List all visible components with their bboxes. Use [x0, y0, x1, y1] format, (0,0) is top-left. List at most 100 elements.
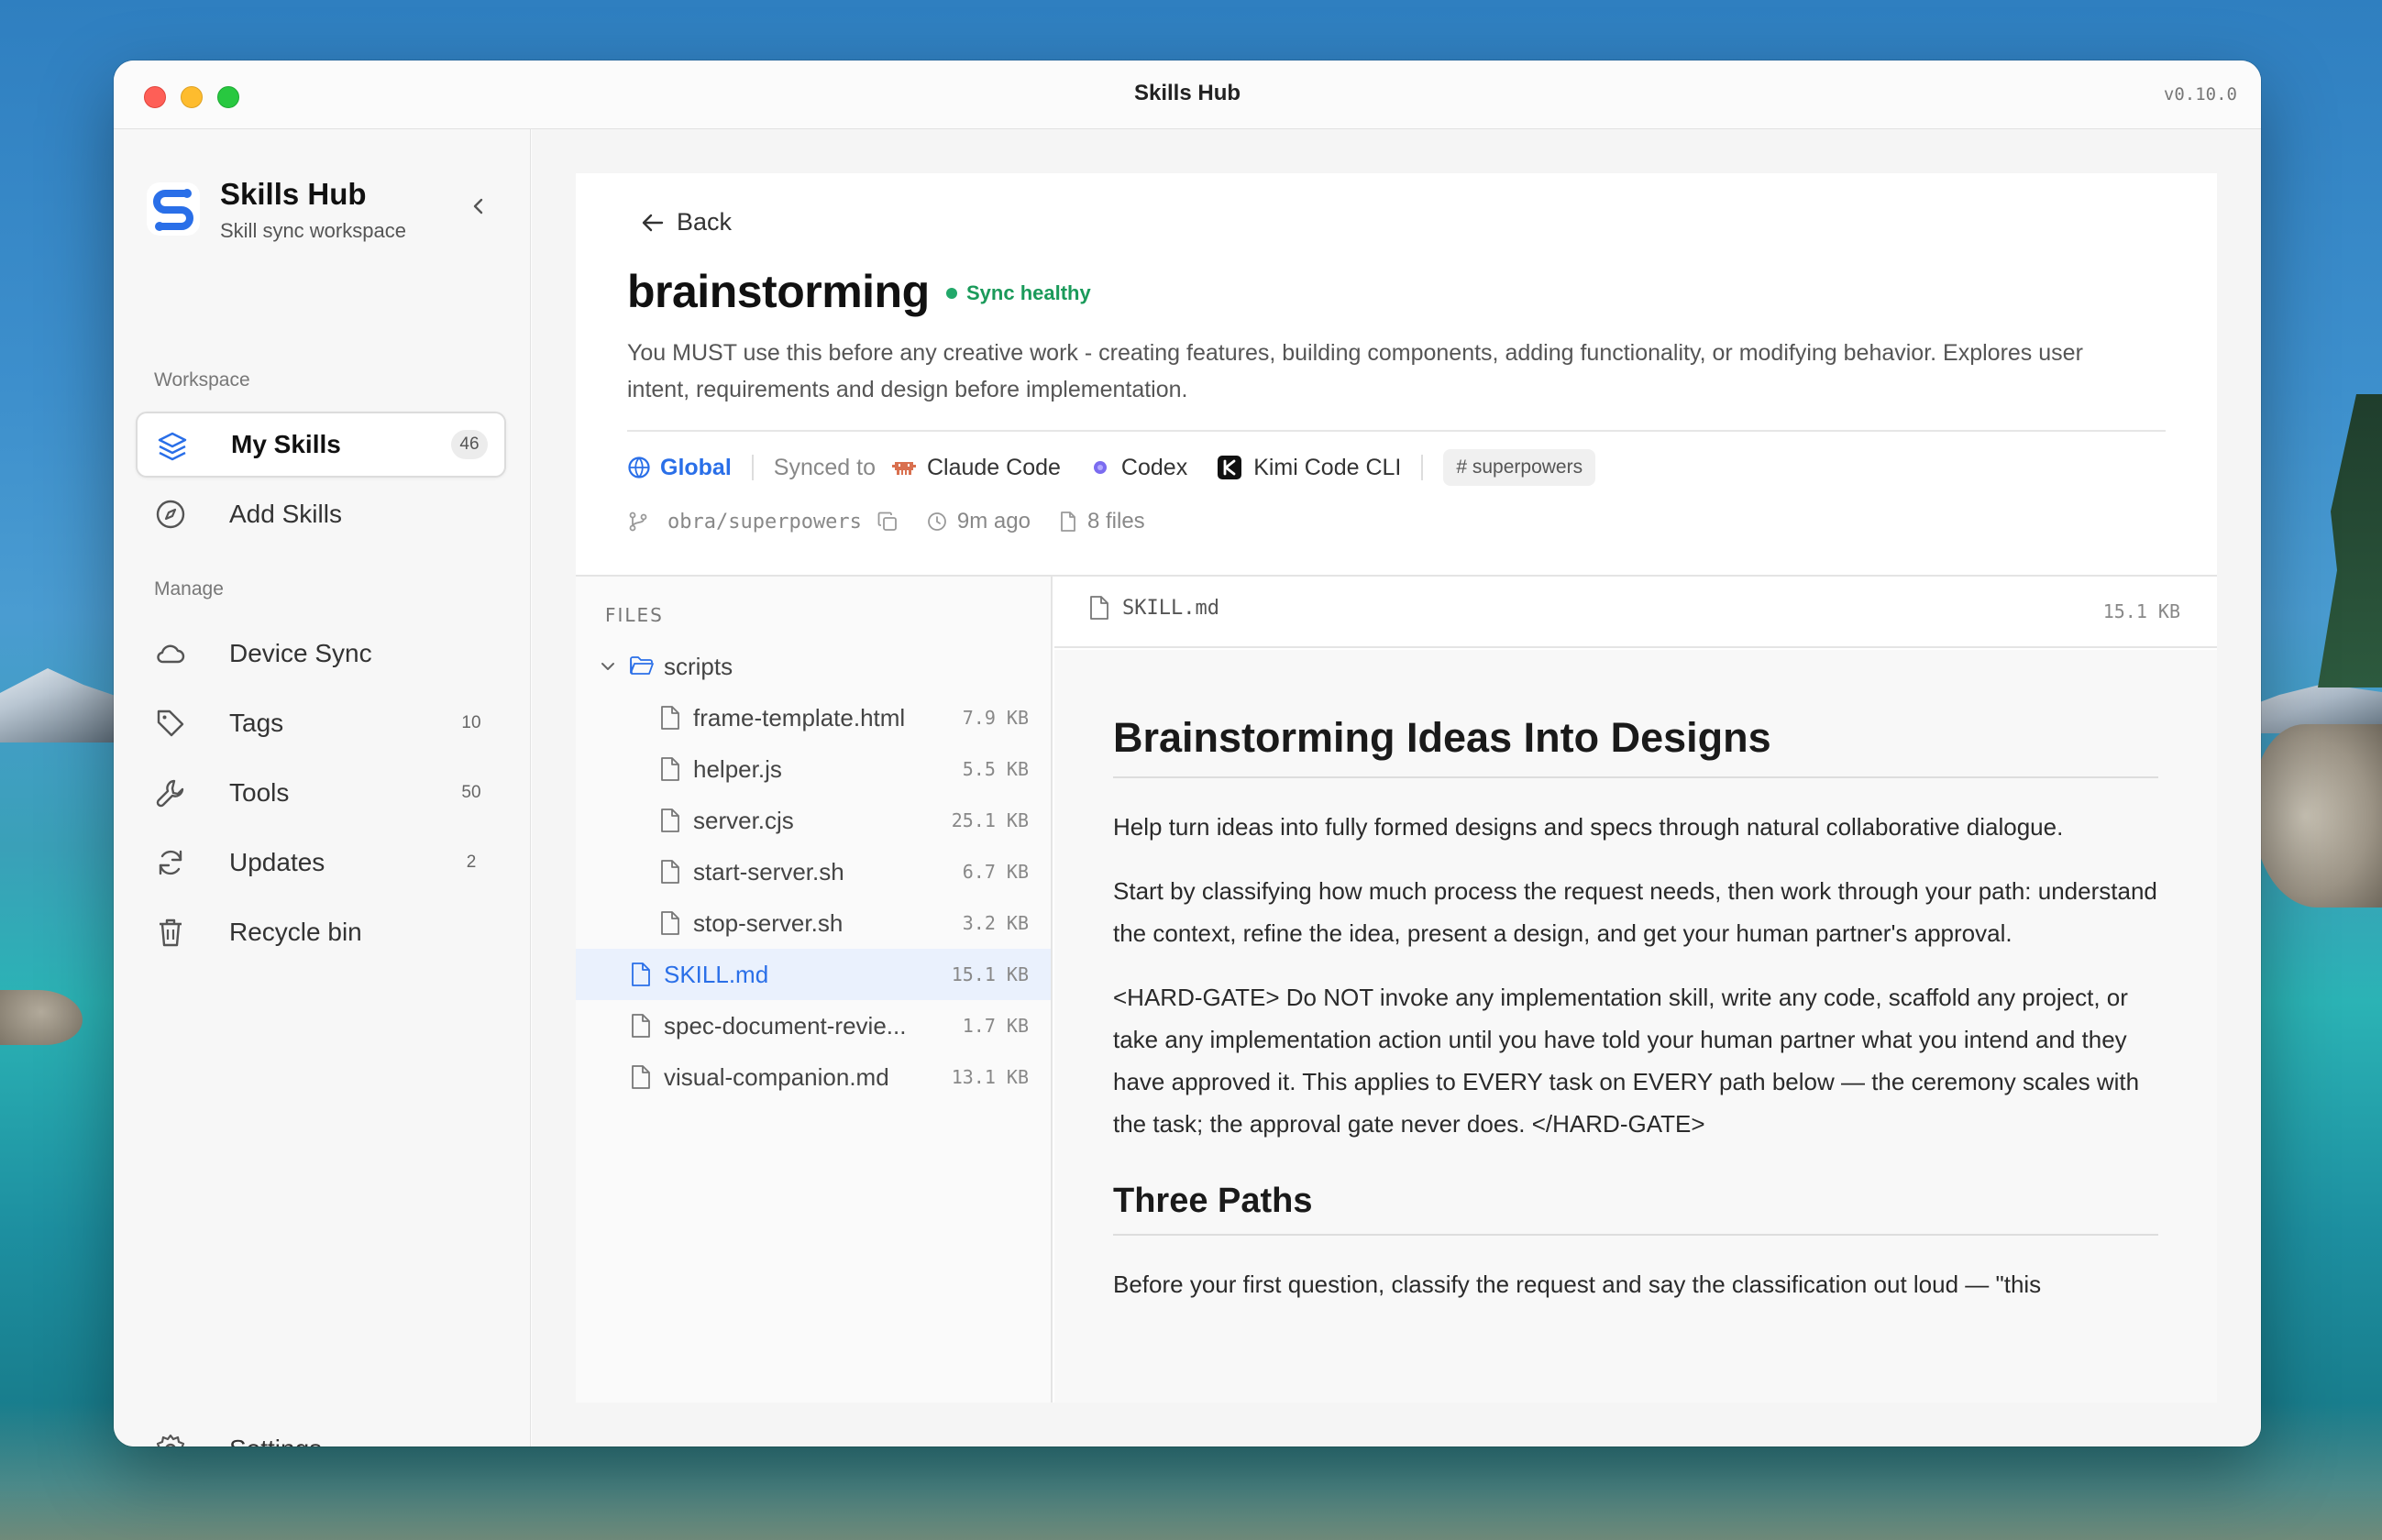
claude-code-icon: [891, 462, 916, 475]
file-row[interactable]: start-server.sh 6.7 KB: [576, 846, 1051, 897]
app-window: Skills Hub v0.10.0 Skills Hub Skill sync…: [114, 60, 2261, 1446]
agent-codex[interactable]: Codex: [1090, 455, 1187, 481]
tag-pill[interactable]: # superpowers: [1443, 449, 1596, 486]
sidebar-item-tools[interactable]: Tools 50: [136, 760, 506, 826]
agent-label: Claude Code: [926, 454, 1061, 480]
preview-file: SKILL.md: [1089, 595, 1219, 621]
sidebar-item-device-sync[interactable]: Device Sync: [136, 621, 506, 687]
file-row[interactable]: helper.js 5.5 KB: [576, 743, 1051, 795]
copy-icon[interactable]: [877, 511, 899, 533]
skill-description: You MUST use this before any creative wo…: [627, 340, 2083, 402]
file-row[interactable]: spec-document-revie... 1.7 KB: [576, 1000, 1051, 1051]
brand-subtitle: Skill sync workspace: [220, 219, 406, 242]
agent-label: Codex: [1120, 454, 1188, 480]
window-title: Skills Hub: [1133, 81, 1241, 105]
sidebar-item-label: Settings: [229, 1435, 322, 1446]
doc-paragraph: Before your first question, classify the…: [1113, 1270, 2042, 1298]
file-size: 3.2 KB: [962, 912, 1029, 934]
background-tree: [2318, 394, 2382, 688]
agent-label: Kimi Code CLI: [1253, 454, 1402, 480]
file-icon: [661, 706, 679, 730]
markdown-document: Brainstorming Ideas Into Designs Help tu…: [1113, 714, 2158, 1327]
file-name: server.cjs: [693, 806, 794, 834]
file-icon: [632, 1065, 650, 1089]
file-icon: [661, 757, 679, 781]
doc-paragraph: <HARD-GATE> Do NOT invoke any implementa…: [1113, 984, 2140, 1138]
file-size: 7.9 KB: [962, 707, 1029, 729]
arrow-left-icon: [642, 214, 664, 231]
back-button[interactable]: Back: [640, 208, 732, 236]
main-content: Back brainstorming Sync healthy You MUST…: [532, 129, 2261, 1446]
file-size: 5.5 KB: [962, 758, 1029, 780]
file-tree-panel: FILES scripts frame-template.html 7.9 KB…: [576, 577, 1053, 1402]
sidebar-item-tags[interactable]: Tags 10: [136, 690, 506, 756]
file-size: 15.1 KB: [951, 963, 1029, 985]
sidebar-item-add-skills[interactable]: Add Skills: [136, 481, 506, 547]
file-name: stop-server.sh: [693, 908, 844, 937]
markdown-preview[interactable]: Brainstorming Ideas Into Designs Help tu…: [1054, 650, 2217, 1402]
sidebar-item-label: Device Sync: [229, 639, 372, 667]
doc-heading-1: Brainstorming Ideas Into Designs: [1113, 714, 2158, 778]
sidebar-item-label: Updates: [229, 848, 325, 876]
layers-icon: [158, 432, 187, 461]
sidebar-item-label: Recycle bin: [229, 918, 362, 946]
file-size: 6.7 KB: [962, 861, 1029, 883]
count-badge: 10: [461, 713, 481, 732]
file-name: visual-companion.md: [664, 1062, 889, 1091]
codex-icon: [1093, 461, 1107, 474]
file-name: frame-template.html: [693, 703, 906, 732]
file-icon: [1090, 596, 1108, 620]
clock-icon: [928, 512, 946, 531]
status-label: Sync healthy: [966, 281, 1091, 304]
background-rock: [0, 990, 83, 1045]
file-icon: [1061, 512, 1075, 532]
collapse-sidebar-button[interactable]: [462, 190, 495, 223]
wrench-icon: [156, 779, 184, 808]
folder-open-icon: [630, 656, 654, 675]
kimi-icon: [1218, 456, 1242, 479]
refresh-icon: [159, 850, 182, 875]
app-version: v0.10.0: [2163, 84, 2237, 104]
file-name: helper.js: [693, 754, 782, 783]
sidebar-item-updates[interactable]: Updates 2: [136, 830, 506, 896]
sidebar-item-label: Tools: [229, 778, 290, 807]
file-row[interactable]: visual-companion.md 13.1 KB: [576, 1051, 1051, 1103]
file-icon: [661, 860, 679, 884]
agent-kimi-code-cli[interactable]: Kimi Code CLI: [1217, 455, 1401, 481]
divider: [1421, 455, 1424, 480]
file-row-selected[interactable]: SKILL.md 15.1 KB: [576, 949, 1051, 1000]
file-icon: [632, 962, 650, 986]
agent-claude-code[interactable]: Claude Code: [891, 454, 1061, 481]
status-dot-icon: [946, 288, 957, 299]
preview-file-size: 15.1 KB: [2102, 600, 2180, 622]
skills-hub-logo-icon: [147, 182, 200, 236]
workspace-section-label: Workspace: [154, 369, 250, 390]
sidebar-item-label: My Skills: [231, 430, 341, 458]
brand-name: Skills Hub: [220, 177, 367, 211]
count-badge: 46: [451, 430, 488, 459]
skill-source-row: obra/superpowers 9m ago 8 files: [627, 509, 1173, 534]
chevron-left-icon: [473, 198, 483, 214]
doc-paragraph: Start by classifying how much process th…: [1113, 877, 2157, 947]
preview-file-name: SKILL.md: [1122, 596, 1219, 620]
sidebar-item-recycle-bin[interactable]: Recycle bin: [136, 899, 506, 965]
tag-icon: [157, 710, 184, 737]
manage-section-label: Manage: [154, 578, 224, 600]
sidebar-item-settings[interactable]: Settings: [136, 1416, 506, 1446]
preview-header: SKILL.md 15.1 KB: [1054, 577, 2217, 648]
file-row[interactable]: server.cjs 25.1 KB: [576, 795, 1051, 846]
status-badge: Sync healthy: [946, 281, 1091, 305]
file-row[interactable]: frame-template.html 7.9 KB: [576, 692, 1051, 743]
updated-time: 9m ago: [956, 509, 1031, 534]
file-name: spec-document-revie...: [664, 1011, 907, 1040]
scope-global[interactable]: Global: [627, 455, 732, 481]
folder-scripts[interactable]: scripts: [576, 641, 1051, 692]
file-row[interactable]: stop-server.sh 3.2 KB: [576, 897, 1051, 949]
skill-meta-row: Global Synced to Claude Code Codex Kimi …: [627, 446, 1596, 489]
doc-paragraph: Help turn ideas into fully formed design…: [1113, 813, 2064, 841]
doc-heading-2: Three Paths: [1113, 1182, 2158, 1236]
file-size: 1.7 KB: [962, 1015, 1029, 1037]
sidebar-item-my-skills[interactable]: My Skills 46: [136, 412, 506, 478]
background-rocks: [2254, 724, 2382, 908]
skill-title: brainstorming: [627, 266, 930, 317]
